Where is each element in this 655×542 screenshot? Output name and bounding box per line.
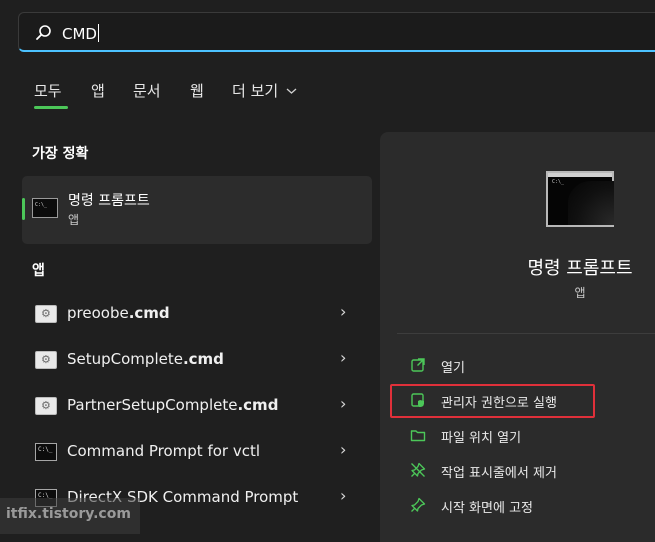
chevron-right-icon[interactable]: › [340,394,346,413]
action-label: 파일 위치 열기 [441,431,522,446]
command-prompt-icon [32,198,58,218]
tab-web[interactable]: 웹 [190,80,204,101]
details-subtitle: 앱 [574,286,586,300]
command-prompt-icon [35,443,57,461]
details-title: 명령 프롬프트 [527,258,633,279]
settings-script-icon [35,305,57,323]
watermark-text: itfix.tistory.com [6,506,131,522]
pin-icon [411,497,426,512]
text-caret [97,24,99,42]
list-item[interactable]: SetupComplete.cmd › [22,340,372,380]
list-item-label: SetupComplete.cmd [67,350,224,368]
settings-script-icon [35,351,57,369]
apps-heading: 앱 [32,263,45,279]
list-item-label: preoobe.cmd [67,304,170,322]
divider [397,333,655,334]
selection-indicator [22,198,25,220]
folder-icon [410,430,426,442]
list-item-label: PartnerSetupComplete.cmd [67,396,279,414]
chevron-down-icon [286,88,297,94]
search-input[interactable]: CMD [62,24,99,43]
list-item-label: Command Prompt for vctl [67,442,261,460]
settings-script-icon [35,397,57,415]
open-icon [411,358,425,372]
chevron-right-icon[interactable]: › [340,302,346,321]
search-icon [36,25,51,40]
action-label: 작업 표시줄에서 제거 [441,466,557,481]
watermark: itfix.tistory.com [0,498,140,534]
search-box[interactable]: CMD [18,12,655,52]
list-item[interactable]: PartnerSetupComplete.cmd › [22,386,372,426]
best-match-title: 명령 프롬프트 [68,193,150,209]
action-label: 시작 화면에 고정 [441,501,533,516]
unpin-icon [411,462,426,477]
highlight-annotation [390,384,595,418]
list-item[interactable]: preoobe.cmd › [22,294,372,334]
active-tab-indicator [34,106,68,109]
chevron-right-icon[interactable]: › [340,486,346,505]
command-prompt-icon: C:\_ [546,171,614,227]
best-match-heading: 가장 정확 [32,146,89,162]
tab-all[interactable]: 모두 [34,80,62,101]
tab-more[interactable]: 더 보기 [232,80,297,101]
tab-documents[interactable]: 문서 [133,80,161,101]
list-item[interactable]: Command Prompt for vctl › [22,432,372,472]
best-match-subtitle: 앱 [68,213,80,227]
tab-apps[interactable]: 앱 [91,80,105,101]
tab-more-label: 더 보기 [232,82,279,100]
action-label: 열기 [441,361,465,376]
chevron-right-icon[interactable]: › [340,348,346,367]
details-panel: C:\_ 명령 프롬프트 앱 열기 관리자 권한으로 실행 파일 위치 열기 작… [380,132,655,542]
chevron-right-icon[interactable]: › [340,440,346,459]
best-match-item[interactable]: 명령 프롬프트 앱 [22,176,372,244]
